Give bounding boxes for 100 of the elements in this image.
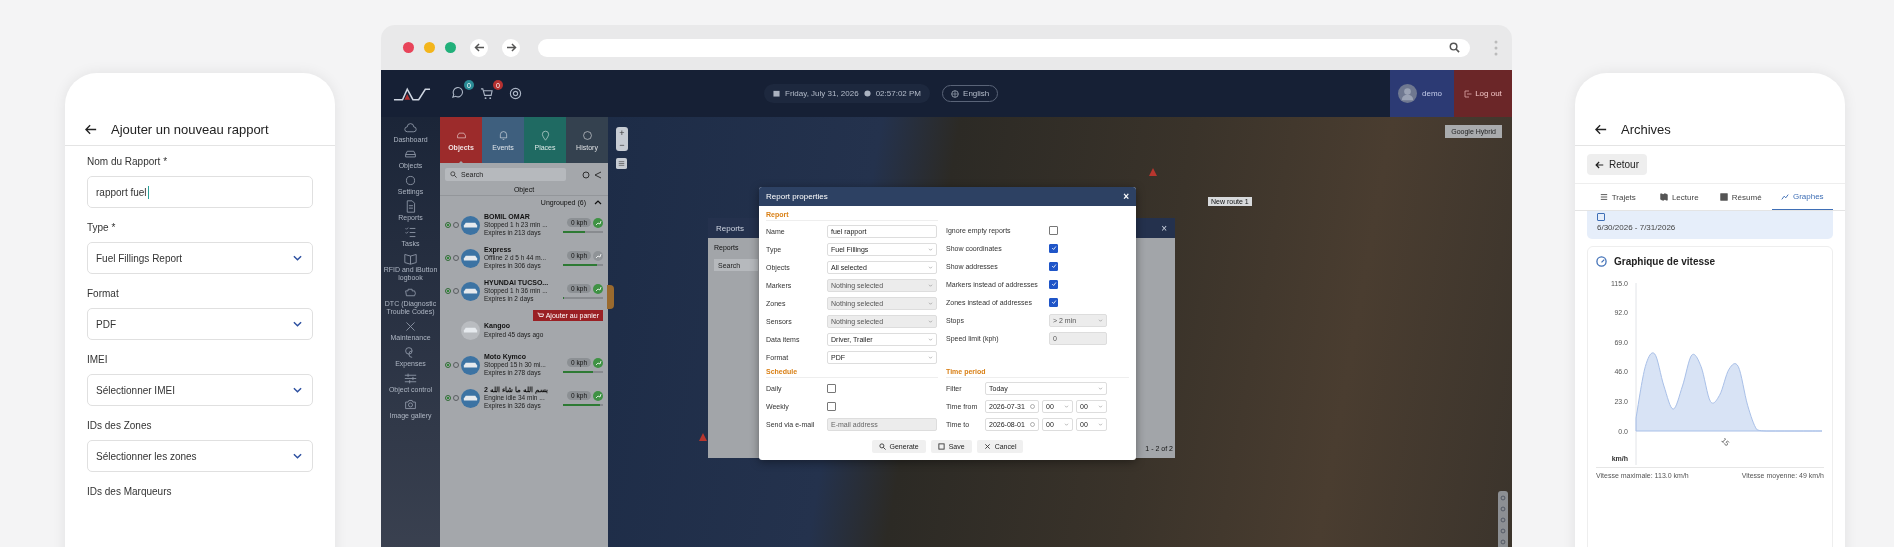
bell-icon <box>497 129 509 141</box>
visibility-radio[interactable] <box>445 288 451 294</box>
forward-icon[interactable] <box>502 38 520 57</box>
lifebuoy-icon[interactable] <box>509 87 522 100</box>
dropdown-field[interactable]: Sélectionner les zones <box>87 440 313 472</box>
text-input-field[interactable]: rapport fuel <box>87 176 313 208</box>
user-menu-button[interactable]: demo <box>1390 70 1454 117</box>
avatar-icon <box>1398 84 1417 103</box>
tab[interactable]: Résumé <box>1710 184 1772 210</box>
dropdown-field[interactable]: Fuel Fillings Report <box>87 242 313 274</box>
car-avatar-icon <box>461 248 480 268</box>
floppy-icon <box>937 443 945 450</box>
field-label: Format <box>87 288 120 299</box>
car-avatar-icon <box>461 355 480 375</box>
checkbox[interactable] <box>1049 261 1058 271</box>
checklist-icon <box>404 226 417 239</box>
back-button[interactable]: Retour <box>1587 154 1647 175</box>
checkbox[interactable] <box>827 401 836 411</box>
search-icon <box>1449 42 1460 53</box>
car-avatar-icon <box>461 281 480 301</box>
car-avatar-icon <box>461 215 480 235</box>
checkbox[interactable] <box>1049 297 1058 307</box>
visibility-radio[interactable] <box>445 222 451 228</box>
panel-collapse-handle[interactable] <box>607 285 614 309</box>
chevron-down-icon <box>928 337 933 341</box>
checkbox[interactable] <box>1597 213 1605 221</box>
date-text: Friday, July 31, 2026 <box>785 89 859 98</box>
dropdown-field[interactable]: PDF <box>87 308 313 340</box>
chevron-down-icon <box>293 387 302 393</box>
chevron-down-icon <box>1064 404 1069 408</box>
chevron-down-icon <box>928 265 933 269</box>
field-label: IDs des Zones <box>87 420 153 431</box>
chat-icon[interactable] <box>451 87 464 100</box>
chevron-down-icon <box>1098 422 1103 426</box>
sliders-icon <box>404 372 417 385</box>
logo-icon <box>393 86 431 101</box>
chevron-down-icon <box>928 355 933 359</box>
checkbox[interactable] <box>1049 243 1058 253</box>
visibility-radio[interactable] <box>445 362 451 368</box>
marker-icon <box>698 432 708 442</box>
car-icon <box>455 129 467 141</box>
bar-chart-icon <box>1719 193 1728 201</box>
document-icon <box>404 200 417 213</box>
tab[interactable]: Trajets <box>1587 184 1649 210</box>
trend-line-icon <box>1780 192 1789 201</box>
dialog-title: Report properties <box>766 192 828 201</box>
close-button[interactable]: × <box>1123 191 1129 202</box>
car-icon <box>404 148 417 161</box>
visibility-radio[interactable] <box>445 395 451 401</box>
cart-icon <box>536 312 544 319</box>
maximize-window-dot[interactable] <box>445 42 456 53</box>
chevron-down-icon <box>293 255 302 261</box>
cart-icon[interactable] <box>480 87 493 100</box>
cloud-icon <box>404 122 417 135</box>
marker-icon <box>1148 167 1158 177</box>
minimize-window-dot[interactable] <box>424 42 435 53</box>
field-label: Type * <box>87 222 117 233</box>
chevron-down-icon <box>1064 422 1069 426</box>
zoom-in-button[interactable]: + <box>616 127 628 139</box>
back-icon[interactable] <box>470 38 488 57</box>
car-avatar-icon <box>461 388 480 408</box>
time-text: 02:57:02 PM <box>875 89 922 98</box>
search-icon <box>878 443 886 450</box>
checkbox[interactable] <box>1049 279 1058 289</box>
tab[interactable]: Graphes <box>1771 184 1833 210</box>
close-icon <box>983 443 991 450</box>
checkbox[interactable] <box>1049 225 1058 235</box>
globe-icon <box>951 89 960 98</box>
window-title: Reports <box>716 223 744 233</box>
screen-title: Ajouter un nouveau rapport <box>111 121 269 137</box>
chevron-down-icon <box>293 453 302 459</box>
chevron-down-icon <box>928 247 933 251</box>
list-icon <box>1599 193 1608 201</box>
chevron-up-icon[interactable] <box>594 200 602 205</box>
field-label: Nom du Rapport * <box>87 156 169 167</box>
back-arrow-icon <box>1595 160 1604 169</box>
more-options-icon[interactable] <box>1494 39 1498 56</box>
chevron-down-icon <box>293 321 302 327</box>
tools-icon <box>404 320 417 333</box>
book-icon <box>404 252 417 265</box>
zoom-out-button[interactable]: − <box>616 139 628 151</box>
share-icon[interactable] <box>594 170 602 179</box>
logout-button[interactable]: Log out <box>1454 70 1512 117</box>
search-icon <box>450 171 457 178</box>
speedometer-icon <box>1596 256 1607 267</box>
layers-icon[interactable] <box>616 158 627 169</box>
close-button[interactable]: × <box>1161 222 1167 234</box>
tab[interactable]: Lecture <box>1648 184 1710 210</box>
checkbox[interactable] <box>827 383 836 393</box>
chevron-down-icon <box>1098 386 1103 390</box>
field-label: IMEI <box>87 354 109 365</box>
map-icon <box>1659 193 1668 201</box>
back-arrow-icon[interactable] <box>1595 123 1607 135</box>
visibility-radio[interactable] <box>445 255 451 261</box>
camera-icon <box>404 398 417 411</box>
chevron-down-icon <box>1098 404 1103 408</box>
dropdown-field[interactable]: Sélectionner IMEI <box>87 374 313 406</box>
screen-title: Archives <box>1621 121 1671 137</box>
close-window-dot[interactable] <box>403 42 414 53</box>
back-arrow-icon[interactable] <box>85 123 97 135</box>
